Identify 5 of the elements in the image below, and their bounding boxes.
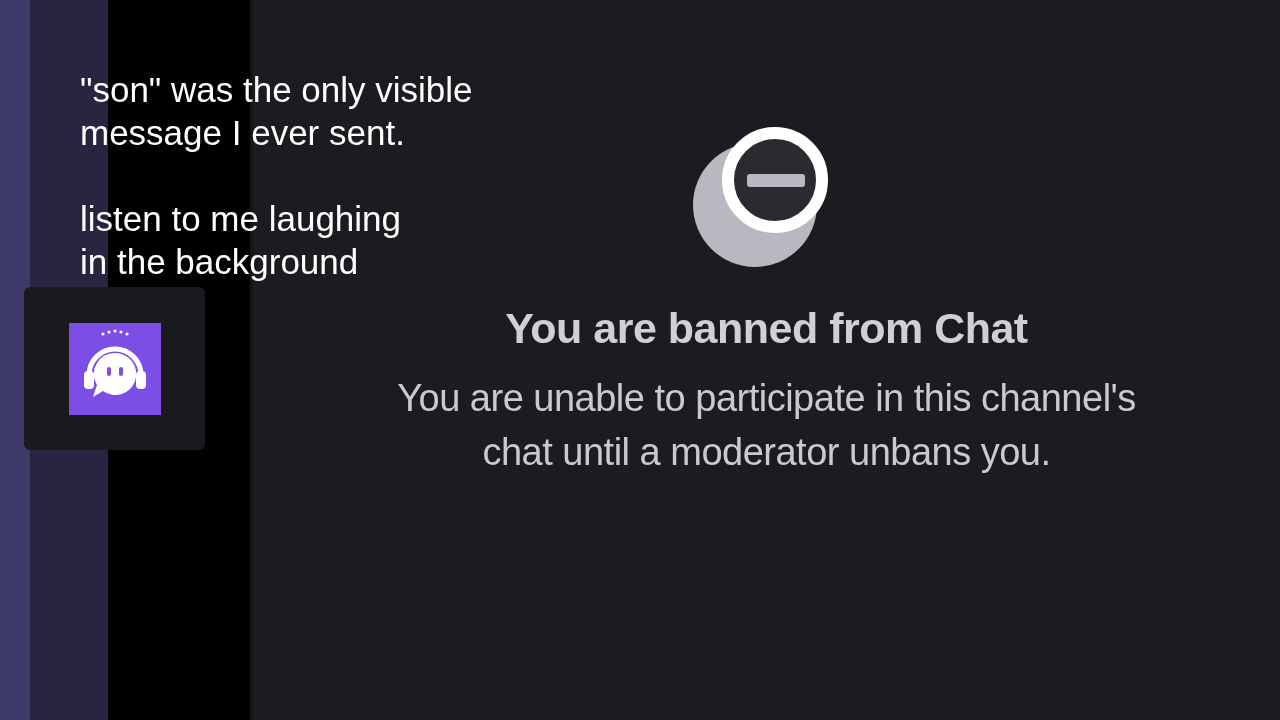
headset-chat-icon <box>68 322 161 415</box>
caption-text: "son" was the only visible message I ever sent. <box>80 69 473 154</box>
banned-message: You are unable to participate in this channel's chat until a moderator unbans you. <box>396 376 1137 475</box>
caption-text: listen to me laughing in the background <box>80 198 403 283</box>
banned-title: You are banned from Chat <box>505 304 1028 353</box>
